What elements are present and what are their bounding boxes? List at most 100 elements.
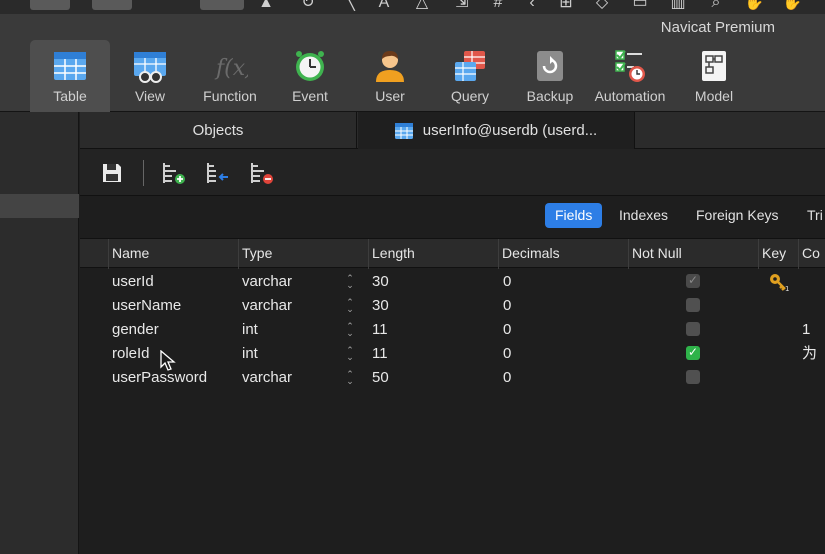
field-type-cell[interactable]: varchar bbox=[242, 294, 292, 318]
connection-sidebar[interactable] bbox=[0, 112, 79, 554]
chevron-left-icon: ‹ bbox=[529, 0, 535, 11]
main-toolbar: Navicat Premium Table View f(x) Function bbox=[0, 14, 825, 112]
pen-icon: ╲ bbox=[345, 0, 355, 11]
fields-grid: Name Type Length Decimals Not Null Key C… bbox=[80, 238, 825, 554]
type-stepper-icon[interactable]: ⌃ ⌄ bbox=[345, 298, 355, 315]
toolbar-label: Table bbox=[53, 88, 87, 104]
nodes-icon: ⊞ bbox=[559, 0, 573, 11]
backup-icon bbox=[537, 51, 563, 81]
toolbar-event-button[interactable]: Event bbox=[270, 40, 350, 112]
toolbar-function-button[interactable]: f(x) Function bbox=[190, 40, 270, 112]
field-decimals-cell[interactable]: 0 bbox=[503, 342, 511, 366]
toolbar-user-button[interactable]: User bbox=[350, 40, 430, 112]
field-decimals-cell[interactable]: 0 bbox=[503, 318, 511, 342]
subtab-fields[interactable]: Fields bbox=[545, 203, 603, 228]
subtab-triggers[interactable]: Tri bbox=[797, 203, 825, 228]
tab-table-design[interactable]: userInfo@userdb (userd... bbox=[358, 112, 635, 149]
toolbar-label: Automation bbox=[594, 88, 666, 104]
grid-tool-icon: # bbox=[493, 0, 503, 11]
column-header-decimals[interactable]: Decimals bbox=[498, 239, 628, 269]
field-length-cell[interactable]: 30 bbox=[372, 270, 389, 294]
toolbar-query-button[interactable]: Query bbox=[430, 40, 510, 112]
field-comment-cell[interactable]: 1为 bbox=[802, 318, 825, 362]
toolbar-label: Model bbox=[694, 88, 734, 104]
hand-icon: ✋ bbox=[782, 0, 802, 11]
field-decimals-cell[interactable]: 0 bbox=[503, 366, 511, 390]
toolbar-label: Backup bbox=[526, 88, 574, 104]
field-type-cell[interactable]: varchar bbox=[242, 270, 292, 294]
background-app-toolbar: ▲ ↻ ╲ A △ ⇲ # ‹ ⊞ ◇ ▭ ▥ ⌕ ✋ ✋ bbox=[0, 0, 825, 14]
field-length-cell[interactable]: 50 bbox=[372, 366, 389, 390]
not-null-checkbox[interactable] bbox=[686, 298, 700, 312]
type-stepper-icon[interactable]: ⌃ ⌄ bbox=[345, 346, 355, 363]
toolbar-model-button[interactable]: Model bbox=[674, 40, 754, 112]
field-decimals-cell[interactable]: 0 bbox=[503, 294, 511, 318]
toolbar-backup-button[interactable]: Backup bbox=[510, 40, 590, 112]
checkmark-icon: ✓ bbox=[687, 345, 699, 359]
field-decimals-cell[interactable]: 0 bbox=[503, 270, 511, 294]
tab-bar: Objects userInfo@userdb (userd... bbox=[80, 112, 825, 149]
type-stepper-icon[interactable]: ⌃ ⌄ bbox=[345, 274, 355, 291]
field-name-cell[interactable]: gender bbox=[112, 318, 159, 342]
toolbar-view-button[interactable]: View bbox=[110, 40, 190, 112]
field-name-cell[interactable]: userName bbox=[112, 294, 181, 318]
column-header-not-null[interactable]: Not Null bbox=[628, 239, 758, 269]
field-type-cell[interactable]: varchar bbox=[242, 366, 292, 390]
toolbar-fragment bbox=[92, 0, 132, 10]
checkmark-icon: ✓ bbox=[687, 273, 699, 287]
table-icon bbox=[54, 52, 86, 80]
toolbar-label: View bbox=[134, 88, 166, 104]
table-row[interactable]: gender int 11 0 1为 ⌃ ⌄ bbox=[80, 318, 825, 362]
pointer-icon: ▲ bbox=[258, 0, 274, 11]
field-name-cell[interactable]: roleId bbox=[112, 342, 150, 366]
subtab-indexes[interactable]: Indexes bbox=[609, 203, 678, 228]
table-row[interactable]: userName varchar 30 0 ⌃ ⌄ bbox=[80, 294, 825, 318]
field-length-cell[interactable]: 11 bbox=[372, 318, 388, 342]
keyboard-icon: ▭ bbox=[632, 0, 648, 11]
svg-text:1: 1 bbox=[785, 285, 789, 292]
text-tool-icon: A bbox=[378, 0, 390, 11]
column-header-type[interactable]: Type bbox=[238, 239, 368, 269]
table-icon bbox=[394, 123, 413, 140]
table-row[interactable]: userPassword varchar 50 0 ⌃ ⌄ bbox=[80, 366, 825, 390]
toolbar-label: Query bbox=[450, 88, 490, 104]
column-header-length[interactable]: Length bbox=[368, 239, 498, 269]
tab-title: userInfo@userdb (userd... bbox=[422, 122, 598, 139]
field-length-cell[interactable]: 30 bbox=[372, 294, 389, 318]
toolbar-separator bbox=[143, 160, 144, 186]
save-icon[interactable] bbox=[100, 161, 124, 185]
type-stepper-icon[interactable]: ⌃ ⌄ bbox=[345, 370, 355, 387]
zoom-icon: ⌕ bbox=[711, 0, 721, 11]
field-type-cell[interactable]: int bbox=[242, 342, 258, 366]
column-header-name[interactable]: Name bbox=[108, 239, 238, 269]
insert-field-icon[interactable] bbox=[206, 161, 230, 185]
field-type-cell[interactable]: int bbox=[242, 318, 258, 342]
not-null-checkbox[interactable] bbox=[686, 322, 700, 336]
type-stepper-icon[interactable]: ⌃ ⌄ bbox=[345, 322, 355, 339]
toolbar-label: Function bbox=[203, 88, 257, 104]
column-header-key[interactable]: Key bbox=[758, 239, 798, 269]
table-row[interactable]: roleId int 11 0 ⌃ ⌄ ✓ bbox=[80, 342, 825, 366]
field-name-cell[interactable]: userId bbox=[112, 270, 154, 294]
svg-text:f(x): f(x) bbox=[214, 56, 248, 81]
not-null-checkbox[interactable]: ✓ bbox=[686, 345, 700, 360]
query-icon bbox=[455, 51, 485, 81]
arrow-tool-icon: ⇲ bbox=[455, 0, 469, 11]
not-null-checkbox[interactable] bbox=[686, 370, 700, 384]
user-icon bbox=[376, 51, 404, 82]
delete-field-icon[interactable] bbox=[250, 161, 274, 185]
sidebar-selected-item[interactable] bbox=[0, 194, 79, 218]
toolbar-label: Event bbox=[292, 88, 328, 104]
add-field-icon[interactable] bbox=[162, 161, 186, 185]
field-length-cell[interactable]: 11 bbox=[372, 342, 388, 366]
toolbar-table-button[interactable]: Table bbox=[30, 40, 110, 112]
subtab-foreign-keys[interactable]: Foreign Keys bbox=[686, 203, 788, 228]
not-null-checkbox[interactable]: ✓ bbox=[686, 273, 700, 288]
event-clock-icon bbox=[296, 51, 324, 81]
automation-icon bbox=[615, 50, 645, 82]
column-header-comment[interactable]: Co bbox=[798, 239, 825, 269]
hand-icon: ✋ bbox=[744, 0, 764, 11]
tab-objects[interactable]: Objects bbox=[80, 112, 357, 149]
table-row[interactable]: userId varchar 30 0 ⌃ ⌄ ✓ 1 bbox=[80, 270, 825, 294]
toolbar-automation-button[interactable]: Automation bbox=[590, 40, 670, 112]
